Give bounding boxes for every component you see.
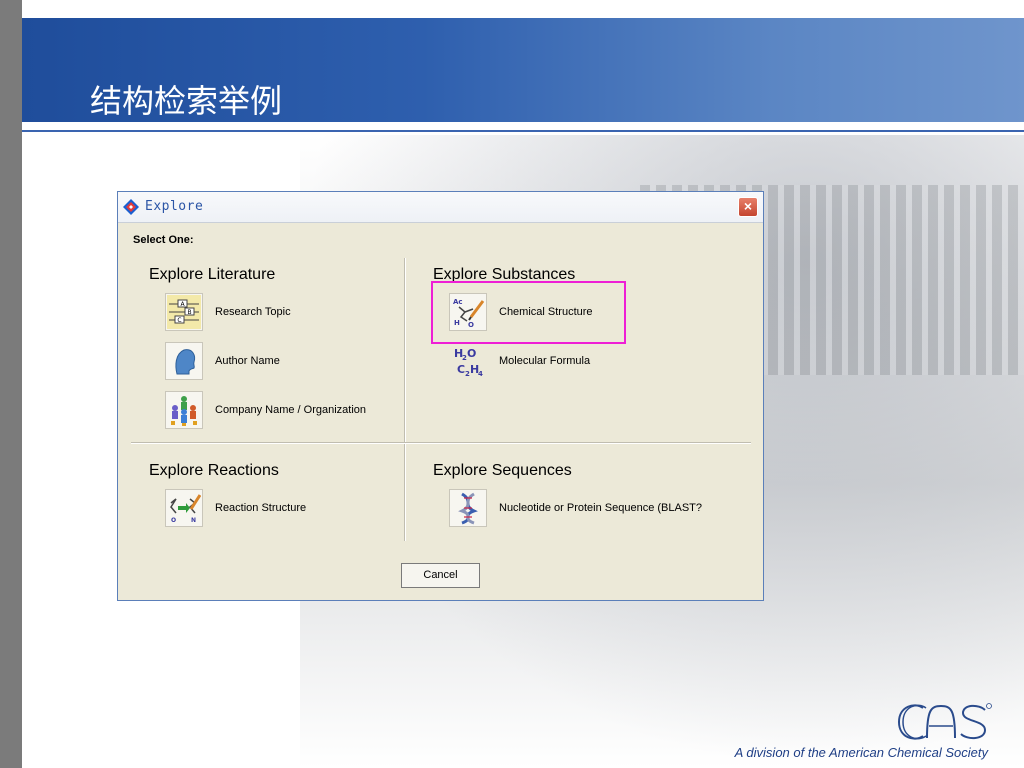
header-rule [22, 130, 1024, 132]
svg-text:4: 4 [478, 370, 483, 378]
reaction-structure-icon: O N [165, 489, 203, 527]
dialog-title: Explore [145, 199, 204, 214]
company-name-label: Company Name / Organization [215, 404, 367, 416]
section-title-literature: Explore Literature [149, 266, 276, 283]
svg-text:O: O [171, 517, 176, 524]
svg-text:C: C [177, 317, 181, 324]
research-topic-option[interactable]: A B C Research Topic [165, 292, 291, 332]
section-title-sequences: Explore Sequences [433, 462, 572, 479]
research-topic-icon: A B C [165, 293, 203, 331]
reaction-structure-option[interactable]: O N Reaction Structure [165, 488, 306, 528]
left-sidebar-bar [0, 0, 22, 768]
svg-text:C: C [457, 363, 465, 376]
dna-helix-icon [449, 489, 487, 527]
slide-title: 结构检索举例 [90, 82, 283, 120]
dialog-titlebar[interactable]: Explore × [118, 192, 763, 223]
top-strip [22, 0, 1024, 18]
research-topic-label: Research Topic [215, 306, 291, 318]
svg-text:O: O [467, 347, 476, 360]
horizontal-divider [131, 442, 751, 444]
organization-people-icon [165, 391, 203, 429]
sequence-blast-label: Nucleotide or Protein Sequence (BLAST? [499, 502, 703, 514]
company-name-option[interactable]: Company Name / Organization [165, 390, 366, 430]
sequence-blast-option[interactable]: Nucleotide or Protein Sequence (BLAST? [449, 488, 702, 528]
select-one-label: Select One: [133, 234, 194, 246]
molecular-formula-option[interactable]: H 2 O C 2 H 4 Molecular Formula [449, 341, 590, 381]
author-name-label: Author Name [215, 355, 280, 367]
author-name-option[interactable]: Author Name [165, 341, 280, 381]
section-title-reactions: Explore Reactions [149, 462, 279, 479]
vertical-divider [404, 258, 406, 541]
reaction-structure-label: Reaction Structure [215, 502, 307, 514]
footer-caption: A division of the American Chemical Soci… [734, 745, 988, 760]
molecular-formula-icon: H 2 O C 2 H 4 [449, 342, 487, 380]
explore-dialog: Explore × Select One: Explore Literature… [117, 191, 764, 601]
chemical-structure-highlight-box [431, 281, 626, 344]
molecular-formula-label: Molecular Formula [499, 355, 591, 367]
cancel-button[interactable]: Cancel [401, 563, 480, 588]
close-button[interactable]: × [738, 197, 758, 217]
svg-text:B: B [187, 309, 191, 316]
author-head-icon [165, 342, 203, 380]
cas-logo [897, 703, 992, 740]
svg-text:N: N [191, 517, 196, 524]
explore-diamond-icon [123, 199, 139, 215]
